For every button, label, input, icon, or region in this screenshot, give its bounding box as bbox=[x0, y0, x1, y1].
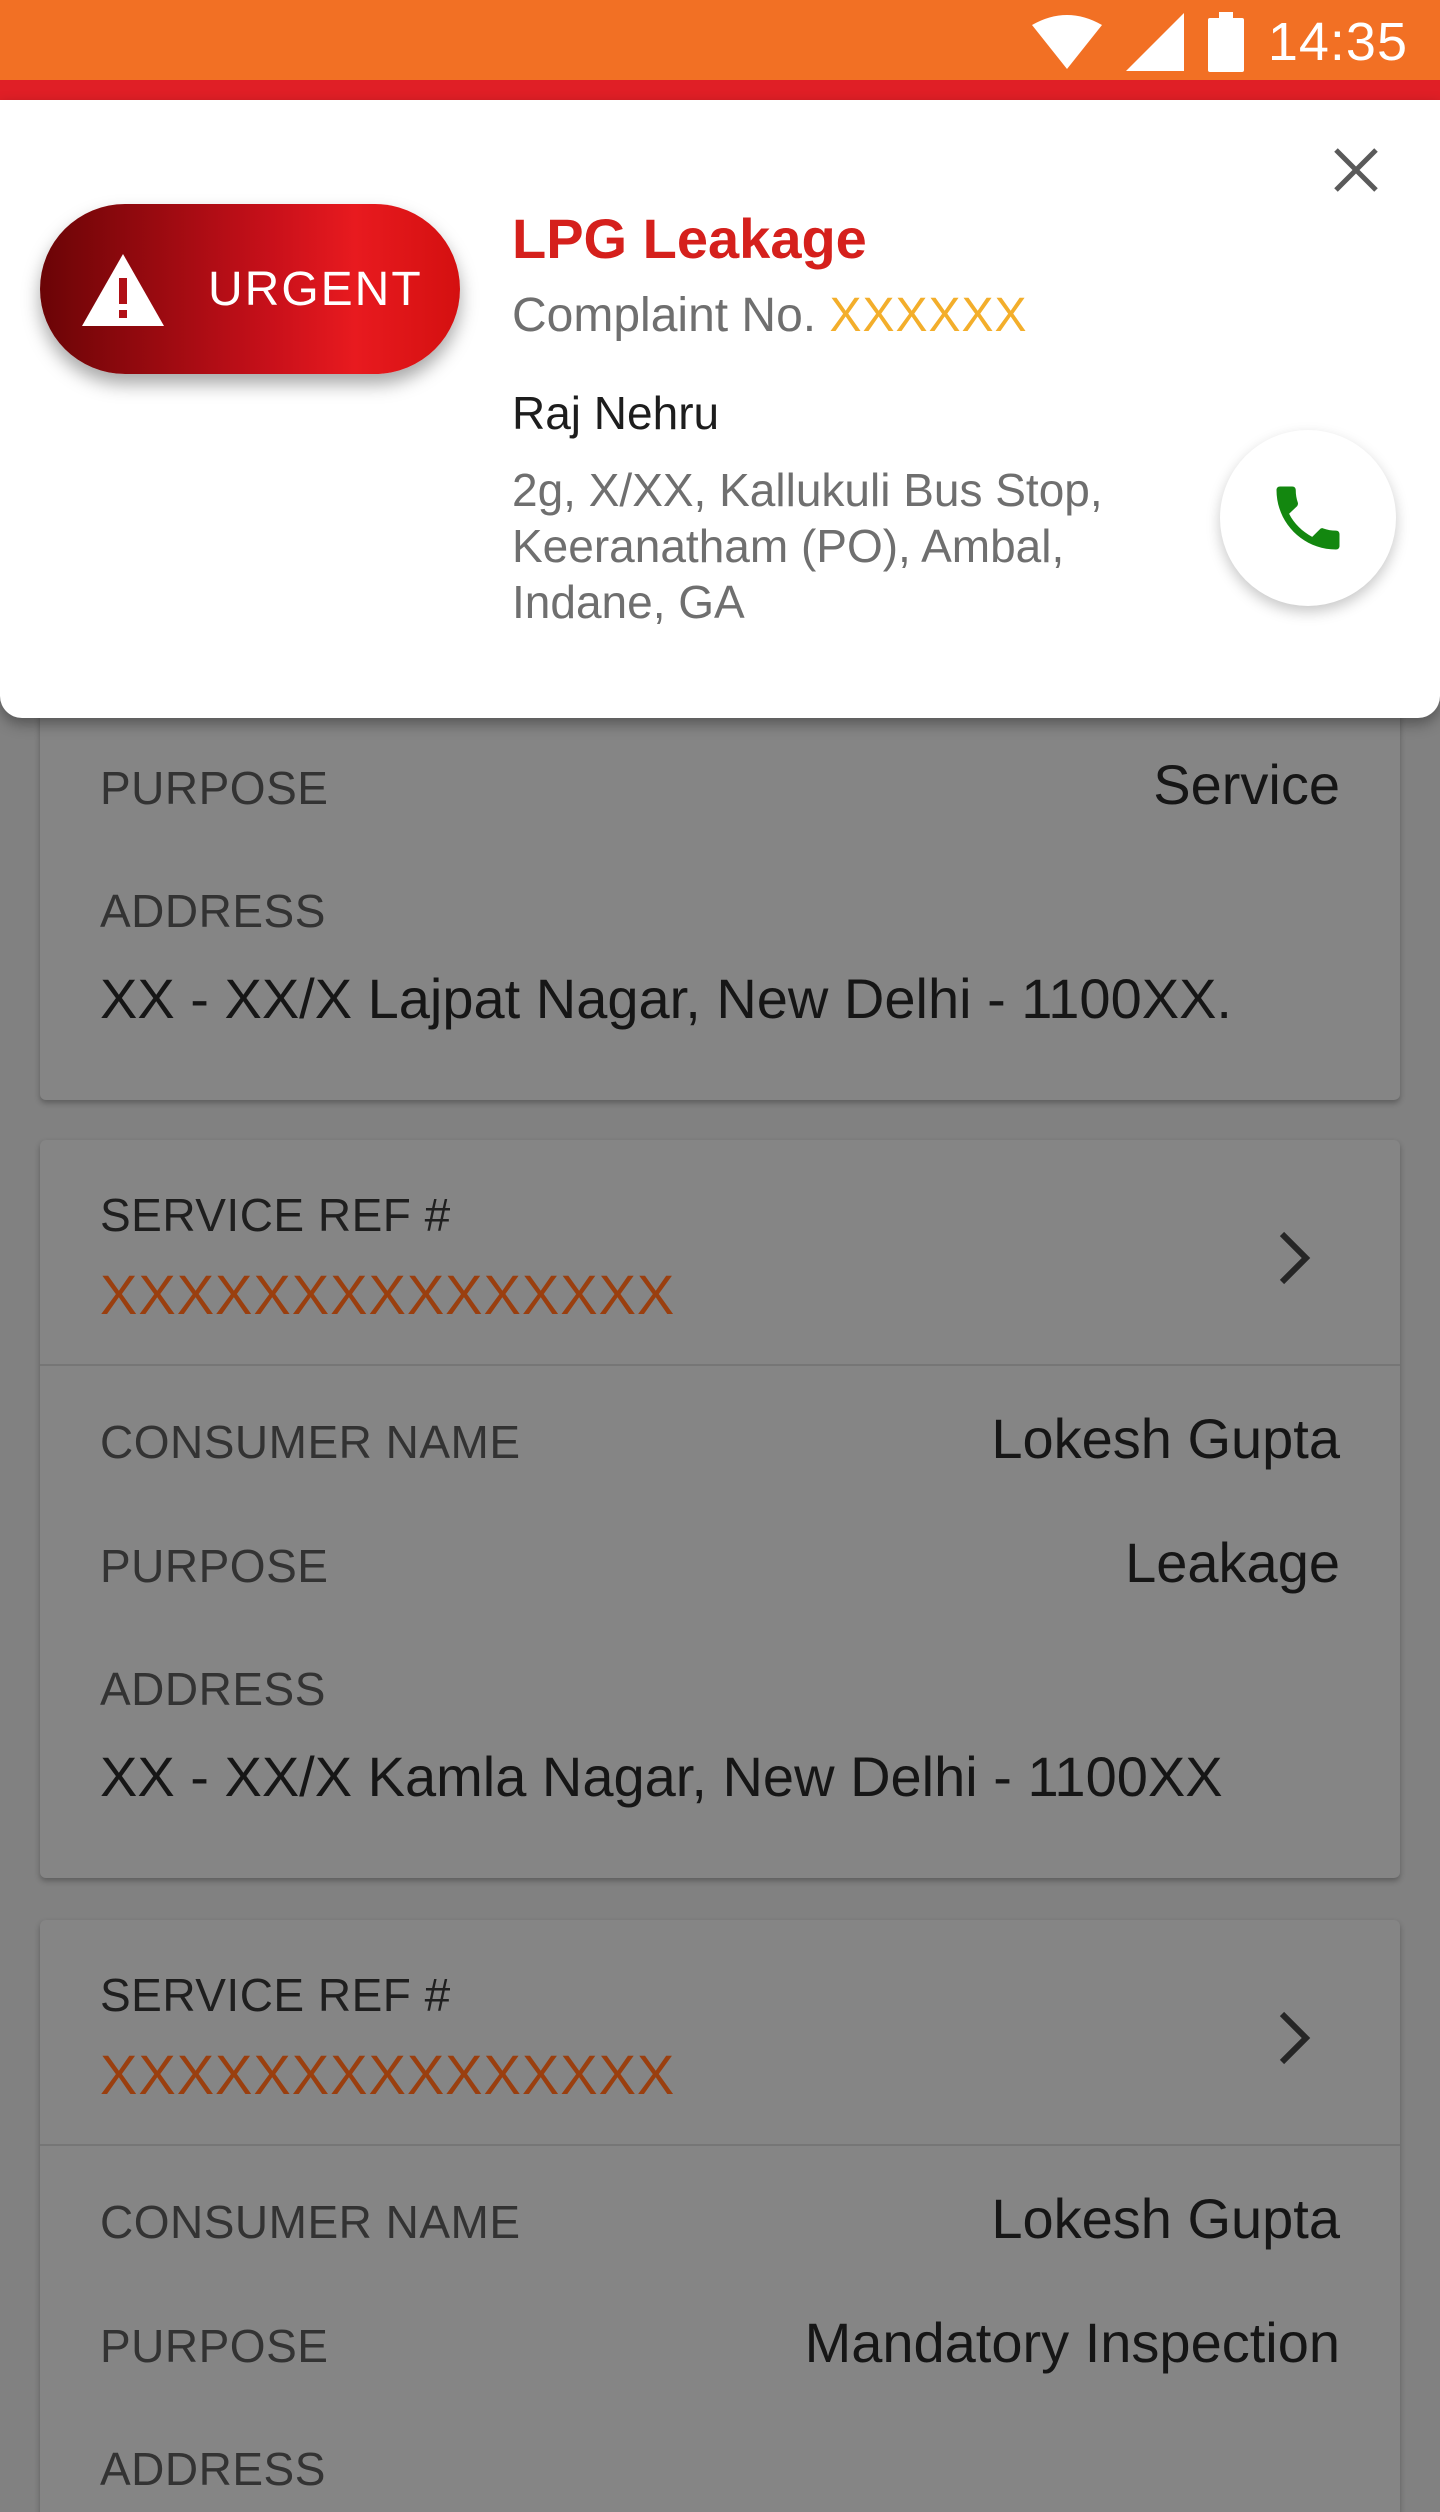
wifi-icon bbox=[1031, 15, 1102, 69]
purpose-label: PURPOSE bbox=[100, 762, 329, 814]
chevron-right-icon[interactable] bbox=[1274, 1228, 1314, 1288]
address-label: ADDRESS bbox=[100, 2443, 326, 2495]
purpose-value: Mandatory Inspection bbox=[804, 2311, 1340, 2374]
complaint-prefix: Complaint No. bbox=[512, 289, 817, 342]
signal-icon bbox=[1125, 13, 1184, 71]
purpose-value: Service bbox=[1153, 753, 1340, 816]
consumer-name-value: Lokesh Gupta bbox=[991, 2187, 1340, 2250]
purpose-row: PURPOSE Leakage bbox=[100, 1530, 1340, 1595]
status-icons: 14:35 bbox=[1031, 10, 1408, 74]
purpose-label: PURPOSE bbox=[100, 1540, 329, 1592]
purpose-row: PURPOSE Mandatory Inspection bbox=[100, 2310, 1340, 2375]
service-ref-value: XXXXXXXXXXXXXXX bbox=[100, 1263, 676, 1326]
consumer-name-value: Lokesh Gupta bbox=[991, 1407, 1340, 1470]
call-button[interactable] bbox=[1220, 430, 1396, 606]
close-icon[interactable] bbox=[1326, 140, 1386, 200]
status-accent-line bbox=[0, 80, 1440, 100]
chevron-right-icon[interactable] bbox=[1274, 2008, 1314, 2068]
urgent-complaint-popup[interactable]: URGENT LPG Leakage Complaint No. XXXXXX … bbox=[0, 100, 1440, 718]
purpose-value: Leakage bbox=[1125, 1531, 1340, 1594]
complaint-number: XXXXXX bbox=[829, 289, 1028, 342]
consumer-name-label: CONSUMER NAME bbox=[100, 2196, 521, 2248]
urgent-badge: URGENT bbox=[40, 204, 460, 374]
address-line: 2g, X/XX, Kallukuli Bus Stop, bbox=[512, 464, 1103, 516]
complainant-address: 2g, X/XX, Kallukuli Bus Stop, Keeranatha… bbox=[512, 462, 1212, 630]
consumer-name-label: CONSUMER NAME bbox=[100, 1416, 521, 1468]
service-ref-label: SERVICE REF # bbox=[100, 1189, 451, 1241]
battery-icon bbox=[1207, 12, 1244, 72]
card-header[interactable]: SERVICE REF # XXXXXXXXXXXXXXX bbox=[40, 1920, 1400, 2146]
card-header[interactable]: SERVICE REF # XXXXXXXXXXXXXXX bbox=[40, 1140, 1400, 1366]
address-value: XX - XX/X Lajpat Nagar, New Delhi - 1100… bbox=[100, 967, 1232, 1030]
urgent-badge-label: URGENT bbox=[208, 263, 423, 316]
complainant-name: Raj Nehru bbox=[512, 387, 720, 439]
complaint-number-line: Complaint No. XXXXXX bbox=[512, 288, 1028, 343]
address-value: XX - XX/X Kamla Nagar, New Delhi - 1100X… bbox=[100, 1745, 1223, 1808]
consumer-row: CONSUMER NAME Lokesh Gupta bbox=[100, 2186, 1340, 2251]
address-label: ADDRESS bbox=[100, 885, 326, 937]
address-line: Keeranatham (PO), Ambal, bbox=[512, 520, 1065, 572]
purpose-label: PURPOSE bbox=[100, 2320, 329, 2372]
address-line: Indane, GA bbox=[512, 576, 745, 628]
address-label: ADDRESS bbox=[100, 1663, 326, 1715]
warning-icon bbox=[82, 254, 164, 326]
status-bar: 14:35 bbox=[0, 0, 1440, 100]
purpose-row: PURPOSE Service bbox=[100, 752, 1340, 817]
service-ref-label: SERVICE REF # bbox=[100, 1969, 451, 2021]
service-ref-value: XXXXXXXXXXXXXXX bbox=[100, 2043, 676, 2106]
service-card[interactable]: SERVICE REF # XXXXXXXXXXXXXXX CONSUMER N… bbox=[40, 1140, 1400, 1878]
service-card[interactable]: SERVICE REF # XXXXXXXXXXXXXXX CONSUMER N… bbox=[40, 1920, 1400, 2512]
status-time: 14:35 bbox=[1267, 12, 1408, 72]
phone-icon bbox=[1276, 486, 1340, 550]
complaint-title: LPG Leakage bbox=[512, 207, 867, 270]
screen: PURPOSE Service ADDRESS XX - XX/X Lajpat… bbox=[0, 0, 1440, 2512]
consumer-row: CONSUMER NAME Lokesh Gupta bbox=[100, 1406, 1340, 1471]
